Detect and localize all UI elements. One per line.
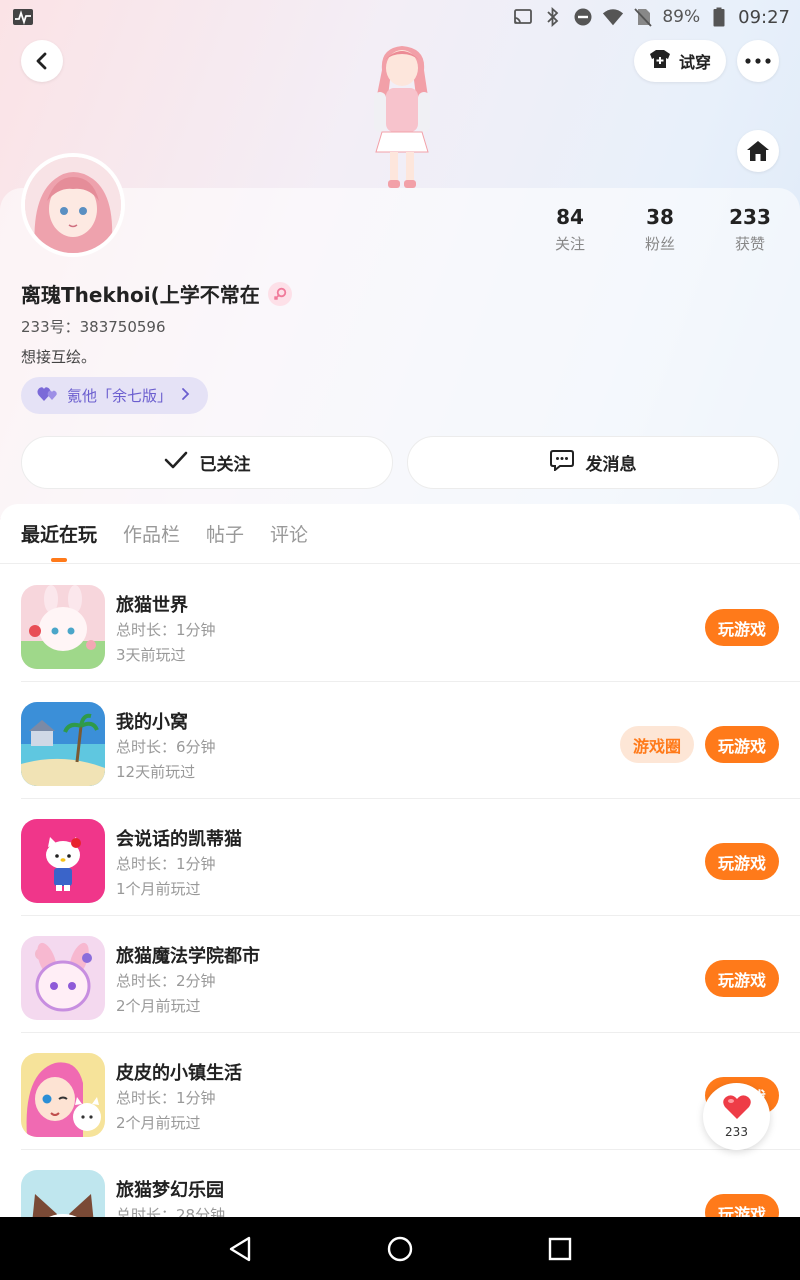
home-icon [747, 141, 769, 161]
game-name: 旅猫世界 [116, 595, 188, 616]
female-gender-icon [267, 281, 292, 306]
tab-comments[interactable]: 评论 [270, 504, 308, 564]
game-duration: 总时长：28分钟 [116, 1206, 226, 1217]
user-id: 233号：383750596 [21, 318, 166, 336]
tab-works[interactable]: 作品栏 [123, 504, 180, 564]
stat-following-value: 84 [556, 205, 584, 229]
stat-likes[interactable]: 233 获赞 [705, 205, 795, 254]
family-pill[interactable]: 氪他「余七版」 [21, 377, 209, 414]
game-name: 旅猫梦幻乐园 [116, 1180, 224, 1201]
list-item[interactable]: 旅猫梦幻乐园 总时长：28分钟 玩游戏 [21, 1150, 800, 1217]
game-name: 旅猫魔法学院都市 [116, 946, 260, 967]
username-row: 离瑰Thekhoi(上学不常在 [21, 279, 292, 308]
stat-likes-label: 获赞 [734, 235, 765, 253]
character-3d-model[interactable] [352, 40, 452, 190]
magic-bunny-icon [21, 936, 105, 1020]
family-label: 氪他「余七版」 [67, 387, 173, 405]
chevron-right-icon [180, 387, 190, 405]
status-bar: 89% 09:27 [0, 0, 800, 34]
more-options-button[interactable] [737, 40, 779, 82]
user-bio: 想接互绘。 [21, 348, 97, 366]
square-recents-icon [548, 1237, 572, 1260]
profile-stats: 84 关注 38 粉丝 233 获赞 [520, 205, 800, 254]
try-on-label: 试穿 [678, 53, 711, 72]
game-name: 我的小窝 [116, 712, 188, 733]
game-duration: 总时长：1分钟 [116, 621, 216, 639]
list-item[interactable]: 旅猫魔法学院都市 总时长：2分钟 2个月前玩过 玩游戏 [21, 916, 800, 1033]
tab-posts[interactable]: 帖子 [206, 504, 244, 564]
cast-icon [512, 7, 534, 27]
game-name: 会说话的凯蒂猫 [116, 829, 242, 850]
bluetooth-icon [542, 7, 564, 27]
game-duration: 总时长：1分钟 [116, 855, 216, 873]
play-game-button[interactable]: 玩游戏 [705, 726, 779, 763]
game-last-played: 3天前玩过 [116, 646, 186, 664]
stat-followers-value: 38 [646, 205, 674, 229]
more-dots-icon [745, 58, 771, 64]
floating-like-button[interactable]: 233 [703, 1083, 770, 1150]
username: 离瑰Thekhoi(上学不常在 [21, 283, 260, 307]
do-not-disturb-icon [572, 7, 594, 27]
send-message-label: 发消息 [585, 455, 637, 475]
play-game-button[interactable]: 玩游戏 [705, 843, 779, 880]
play-game-button[interactable]: 玩游戏 [705, 609, 779, 646]
list-item[interactable]: 皮皮的小镇生活 总时长：1分钟 2个月前玩过 玩游戏 [21, 1033, 800, 1150]
pink-bunny-cat-icon [21, 585, 105, 669]
shirt-icon [649, 49, 671, 73]
activity-monitor-icon [12, 7, 34, 27]
stat-following[interactable]: 84 关注 [525, 205, 615, 254]
avatar[interactable] [21, 153, 125, 257]
profile-tabs: 最近在玩 作品栏 帖子 评论 [0, 504, 800, 564]
nav-recents-button[interactable] [540, 1229, 580, 1269]
list-item[interactable]: 会说话的凯蒂猫 总时长：1分钟 1个月前玩过 玩游戏 [21, 799, 800, 916]
stat-followers-label: 粉丝 [644, 235, 675, 253]
battery-icon [708, 7, 730, 27]
system-navigation-bar [0, 1217, 800, 1280]
recent-games-list: 旅猫世界 总时长：1分钟 3天前玩过 玩游戏 我的小窝 总时长：6分钟 12天前… [0, 565, 800, 1217]
game-name: 皮皮的小镇生活 [116, 1063, 242, 1084]
game-duration: 总时长：6分钟 [116, 738, 216, 756]
pink-hair-girl-icon [21, 1053, 105, 1137]
circle-home-icon [387, 1236, 413, 1261]
stat-following-label: 关注 [554, 235, 585, 253]
game-duration: 总时长：2分钟 [116, 972, 216, 990]
hello-kitty-icon [21, 819, 105, 903]
game-last-played: 2个月前玩过 [116, 997, 201, 1015]
clock: 09:27 [738, 6, 790, 28]
game-last-played: 2个月前玩过 [116, 1114, 201, 1132]
double-heart-icon [37, 386, 59, 406]
list-item[interactable]: 旅猫世界 总时长：1分钟 3天前玩过 玩游戏 [21, 565, 800, 682]
following-label: 已关注 [199, 455, 251, 475]
nav-home-button[interactable] [380, 1229, 420, 1269]
beach-house-icon [21, 702, 105, 786]
stat-followers[interactable]: 38 粉丝 [615, 205, 705, 254]
game-circle-button[interactable]: 游戏圈 [620, 726, 694, 763]
checkmark-icon [164, 451, 188, 474]
play-game-button[interactable]: 玩游戏 [705, 960, 779, 997]
fox-ear-icon [21, 1170, 105, 1217]
game-last-played: 1个月前玩过 [116, 880, 201, 898]
stat-likes-value: 233 [729, 205, 771, 229]
back-button[interactable] [21, 40, 63, 82]
list-item[interactable]: 我的小窝 总时长：6分钟 12天前玩过 游戏圈 玩游戏 [21, 682, 800, 799]
send-message-button[interactable]: 发消息 [407, 436, 779, 489]
following-button[interactable]: 已关注 [21, 436, 393, 489]
nav-back-button[interactable] [220, 1229, 260, 1269]
no-sim-icon [632, 7, 654, 27]
chevron-left-icon [36, 52, 47, 70]
heart-icon [722, 1094, 752, 1124]
triangle-back-icon [229, 1236, 251, 1261]
game-last-played: 12天前玩过 [116, 763, 196, 781]
game-duration: 总时长：1分钟 [116, 1089, 216, 1107]
battery-percent: 89% [662, 7, 701, 27]
chat-bubble-icon [549, 449, 574, 476]
wifi-icon [602, 7, 624, 27]
floating-like-count: 233 [725, 1125, 748, 1139]
tab-recently-played[interactable]: 最近在玩 [21, 504, 97, 564]
home-button[interactable] [737, 130, 779, 172]
play-game-button[interactable]: 玩游戏 [705, 1194, 779, 1217]
try-on-button[interactable]: 试穿 [634, 40, 726, 82]
